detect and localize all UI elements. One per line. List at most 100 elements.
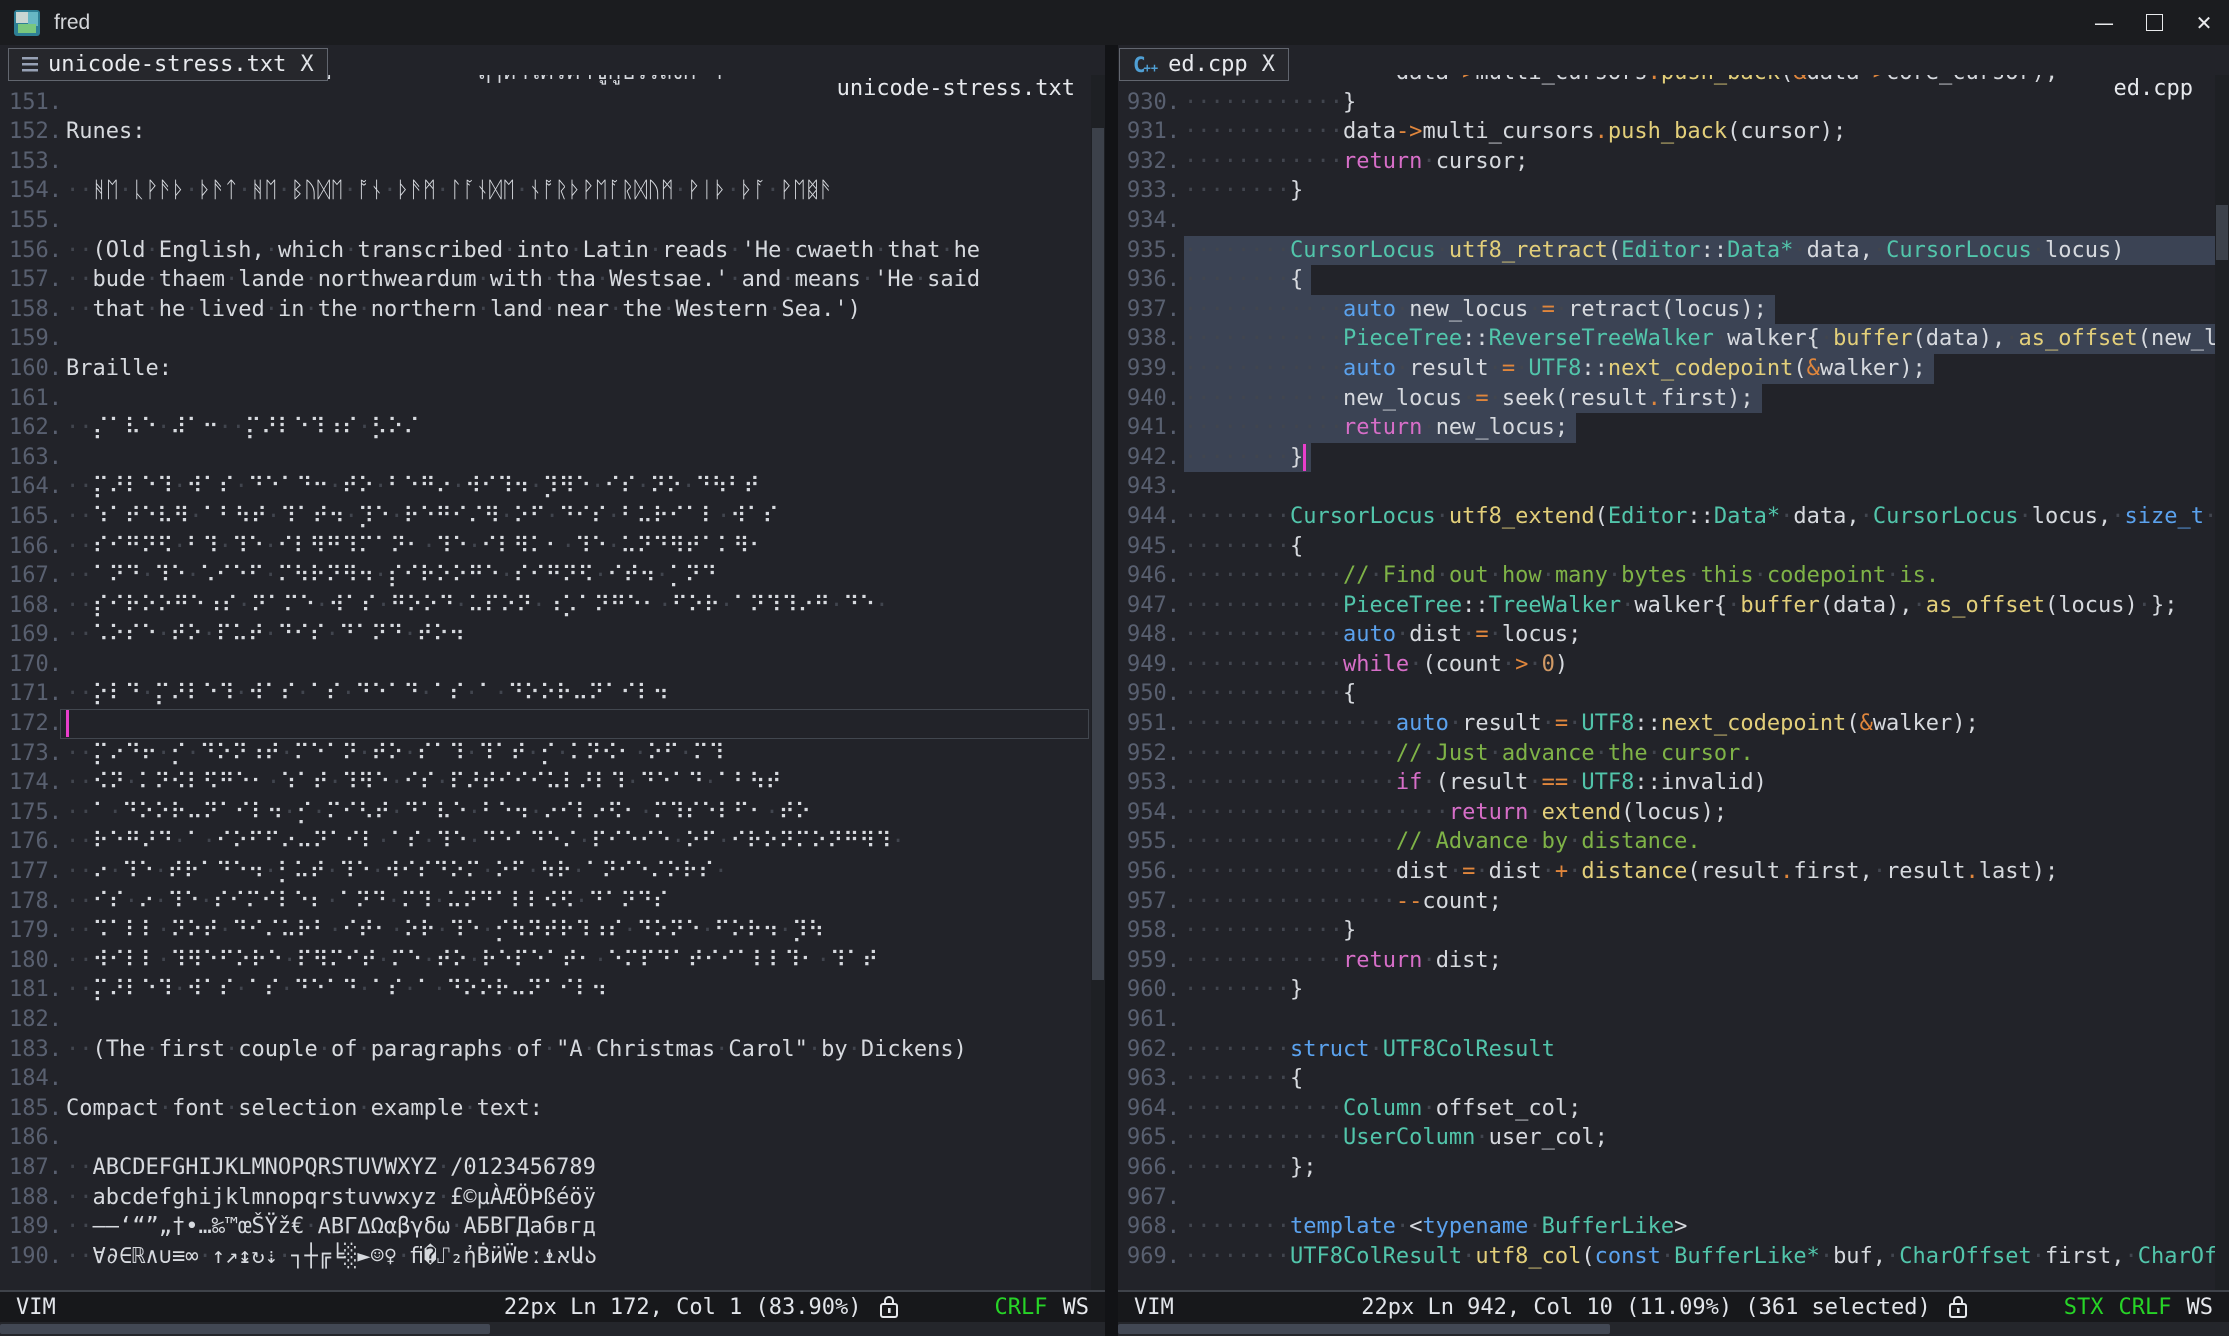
code-line[interactable]: 189.··–—‘“”„†•…‰™œŠŸž€·ΑΒΓΔΩαβγδω·АБВГДа… bbox=[0, 1212, 1105, 1242]
code-line[interactable]: 186. bbox=[0, 1123, 1105, 1153]
code-line[interactable]: 932.············return·cursor; bbox=[1118, 147, 2229, 177]
code-line[interactable]: 155. bbox=[0, 206, 1105, 236]
code-line[interactable]: 937.············auto·new_locus·=·retract… bbox=[1118, 295, 2229, 325]
code-line[interactable]: 955.················//·Advance·by·distan… bbox=[1118, 827, 2229, 857]
tab-close-icon[interactable]: X bbox=[300, 52, 313, 77]
code-line[interactable]: 165.··⠱⠁⠞⠑⠧⠻·⠁⠃⠳⠞·⠹⠁⠞⠲·⡹⠑·⠗⠑⠛⠊⠌⠻·⠕⠋·⠙⠊⠎·… bbox=[0, 502, 1105, 532]
code-line[interactable]: 187.··ABCDEFGHIJKLMNOPQRSTUVWXYZ·/012345… bbox=[0, 1153, 1105, 1183]
code-line[interactable]: 959.············return·dist; bbox=[1118, 946, 2229, 976]
code-line[interactable]: 956.················dist·=·dist·+·distan… bbox=[1118, 857, 2229, 887]
code-line[interactable]: 166.··⠎⠊⠛⠝⠫·⠃⠹·⠹⠑·⠊⠇⠻⠛⠹⠍⠁⠝⠂·⠹⠑·⠊⠇⠻⠅⠂·⠹⠑·… bbox=[0, 532, 1105, 562]
code-line[interactable]: 156.··(Old·English,·which·transcribed·in… bbox=[0, 236, 1105, 266]
token: } bbox=[1343, 918, 1356, 943]
code-line[interactable]: 188.··abcdefghijklmnopqrstuvwxyz·£©µÀÆÖÞ… bbox=[0, 1183, 1105, 1213]
code-line[interactable]: 930.············} bbox=[1118, 88, 2229, 118]
code-line[interactable]: 153. bbox=[0, 147, 1105, 177]
maximize-button[interactable] bbox=[2129, 0, 2179, 45]
code-line[interactable]: 173.··⡍⠔⠙⠖·⡊·⠙⠕⠝⠰⠞·⠍⠑⠁⠝·⠞⠕·⠎⠁⠹·⠹⠁⠞·⡊·⠅⠝⠪… bbox=[0, 739, 1105, 769]
code-line[interactable]: 163. bbox=[0, 443, 1105, 473]
code-line[interactable]: 934. bbox=[1118, 206, 2229, 236]
minimize-button[interactable]: — bbox=[2079, 0, 2129, 45]
code-line[interactable]: 936.········{ bbox=[1118, 265, 2229, 295]
code-line[interactable]: 951.················auto·result·=·UTF8::… bbox=[1118, 709, 2229, 739]
code-line[interactable]: 174.··⠪⠝·⠅⠝⠪⠇⠫⠛⠑⠂·⠱⠁⠞·⠹⠻⠑·⠊⠎·⠏⠜⠞⠊⠊⠊⠥⠇⠜⠇⠹… bbox=[0, 768, 1105, 798]
code-line[interactable]: 154.··ᚻᛖ·ᚳᚹᚫᚦ·ᚦᚫᛏ·ᚻᛖ·ᛒᚢᛞᛖ·ᚩᚾ·ᚦᚫᛗ·ᛚᚪᚾᛞᛖ·ᚾ… bbox=[0, 176, 1105, 206]
whitespace-dots: · bbox=[1727, 593, 1740, 618]
code-line[interactable]: 158.··that·he·lived·in·the·northern·land… bbox=[0, 295, 1105, 325]
code-line[interactable]: 181.··⡍⠜⠇⠑⠹·⠺⠁⠎·⠁⠎·⠙⠑⠁⠙·⠁⠎·⠁·⠙⠕⠕⠗⠤⠝⠁⠊⠇⠲ bbox=[0, 975, 1105, 1005]
code-line[interactable]: 175.··⠁·⠙⠕⠕⠗⠤⠝⠁⠊⠇⠲·⡊·⠍⠊⠣⠞·⠙⠁⠧⠑·⠃⠑⠲·⠔⠊⠇⠔⠫… bbox=[0, 798, 1105, 828]
vertical-scrollbar-thumb[interactable] bbox=[2216, 205, 2228, 260]
tab-unicode-stress-txt[interactable]: unicode-stress.txt X bbox=[8, 48, 328, 81]
code-line[interactable]: 938.············PieceTree::ReverseTreeWa… bbox=[1118, 324, 2229, 354]
code-line[interactable]: 961. bbox=[1118, 1005, 2229, 1035]
code-line[interactable]: 960.········} bbox=[1118, 975, 2229, 1005]
code-line[interactable]: 931.············data->multi_cursors.push… bbox=[1118, 117, 2229, 147]
code-line[interactable]: 943. bbox=[1118, 472, 2229, 502]
code-line[interactable]: 945.········{ bbox=[1118, 532, 2229, 562]
horizontal-scrollbar-thumb[interactable] bbox=[1118, 1324, 1610, 1334]
code-line[interactable]: 942.········} bbox=[1118, 443, 2229, 473]
horizontal-scrollbar[interactable] bbox=[1118, 1322, 2229, 1336]
code-line[interactable]: 180.··⠺⠊⠇⠇·⠹⠻⠑⠋⠕⠗⠑·⠏⠻⠍⠊⠞·⠍⠑·⠞⠕·⠗⠑⠏⠑⠁⠞⠂·⠑… bbox=[0, 946, 1105, 976]
code-line[interactable]: 967. bbox=[1118, 1183, 2229, 1213]
code-line[interactable]: 965.············UserColumn·user_col; bbox=[1118, 1123, 2229, 1153]
code-line[interactable]: 179.··⠩⠁⠇⠇·⠝⠕⠞·⠙⠊⠌⠥⠗⠃·⠊⠞⠂·⠕⠗·⠹⠑·⡊⠳⠝⠞⠗⠹⠰⠎… bbox=[0, 916, 1105, 946]
code-line[interactable]: 969.········UTF8ColResult·utf8_col(const… bbox=[1118, 1242, 2229, 1272]
code-line[interactable]: 160.Braille: bbox=[0, 354, 1105, 384]
vertical-scrollbar[interactable] bbox=[2215, 45, 2229, 1292]
code-line[interactable]: 161. bbox=[0, 384, 1105, 414]
code-line[interactable]: 168.··⡎⠊⠗⠕⠕⠛⠑⠰⠎·⠝⠁⠍⠑·⠺⠁⠎·⠛⠕⠕⠙·⠥⠏⠕⠝·⠰⡡⠁⠝⠛… bbox=[0, 591, 1105, 621]
code-line[interactable]: 941.············return·new_locus; bbox=[1118, 413, 2229, 443]
tab-close-icon[interactable]: X bbox=[1262, 52, 1275, 77]
line-number: 159. bbox=[9, 324, 62, 354]
code-line[interactable]: 948.············auto·dist·=·locus; bbox=[1118, 620, 2229, 650]
code-line[interactable]: 953.················if·(result·==·UTF8::… bbox=[1118, 768, 2229, 798]
horizontal-scrollbar[interactable] bbox=[0, 1322, 1105, 1336]
code-line[interactable]: 184. bbox=[0, 1064, 1105, 1094]
code-line[interactable]: 178.··⠊⠎·⠔·⠹⠑·⠎⠊⠍⠊⠇⠑⠆·⠁⠝⠙·⠍⠹·⠥⠝⠙⠁⠇⠇⠪⠫·⠙⠁… bbox=[0, 887, 1105, 917]
code-line[interactable]: 968.········template·<typename·BufferLik… bbox=[1118, 1212, 2229, 1242]
code-line[interactable]: 170. bbox=[0, 650, 1105, 680]
code-line[interactable]: 162.··⡌⠁⠧⠑·⠼⠁⠒··⡍⠜⠇⠑⠹⠰⠎·⡣⠕⠌ bbox=[0, 413, 1105, 443]
code-line[interactable]: 176.··⠗⠑⠛⠜⠙·⠁·⠊⠕⠋⠋⠔⠤⠝⠁⠊⠇·⠁⠎·⠹⠑·⠙⠑⠁⠙⠑⠌·⠏⠊… bbox=[0, 827, 1105, 857]
code-line[interactable]: 159. bbox=[0, 324, 1105, 354]
code-line[interactable]: 164.··⡍⠜⠇⠑⠹·⠺⠁⠎·⠙⠑⠁⠙⠒·⠞⠕·⠃⠑⠛⠔·⠺⠊⠹⠲·⡹⠻⠑·⠊… bbox=[0, 472, 1105, 502]
horizontal-scrollbar-thumb[interactable] bbox=[0, 1324, 490, 1334]
code-line[interactable]: 169.··⠡⠕⠎⠑·⠞⠕·⠏⠥⠞·⠙⠊⠎·⠙⠁⠝⠙·⠞⠕⠲ bbox=[0, 620, 1105, 650]
code-line[interactable]: 940.············new_locus·=·seek(result.… bbox=[1118, 384, 2229, 414]
code-line[interactable]: 966.········}; bbox=[1118, 1153, 2229, 1183]
code-line[interactable]: 958.············} bbox=[1118, 916, 2229, 946]
code-line[interactable]: 157.··bude·thaem·lande·northweardum·with… bbox=[0, 265, 1105, 295]
token: selection bbox=[238, 1096, 357, 1121]
code-line[interactable]: 190.··∀∂∈ℝ∧∪≡∞·↑↗↨↻⇣·┐┼╔╘░►☺♀·ﬁ�⑀₂ἠḂӥẄɐː… bbox=[0, 1242, 1105, 1272]
code-line[interactable]: 182. bbox=[0, 1005, 1105, 1035]
code-line[interactable]: 952.················//·Just·advance·the·… bbox=[1118, 739, 2229, 769]
code-line[interactable]: 183.··(The·first·couple·of·paragraphs·of… bbox=[0, 1035, 1105, 1065]
token: ﬁ�⑀₂ἠḂӥẄɐː⍎אԱა bbox=[410, 1244, 597, 1269]
code-line[interactable]: 939.············auto·result·=·UTF8::next… bbox=[1118, 354, 2229, 384]
code-line[interactable]: 944.········CursorLocus·utf8_extend(Edit… bbox=[1118, 502, 2229, 532]
code-line[interactable]: 935.········CursorLocus·utf8_retract(Edi… bbox=[1118, 236, 2229, 266]
code-line[interactable]: 964.············Column·offset_col; bbox=[1118, 1094, 2229, 1124]
tab-ed-cpp[interactable]: C++ ed.cpp X bbox=[1119, 48, 1289, 81]
whitespace-dots: · bbox=[455, 593, 468, 618]
code-line[interactable]: 172. bbox=[0, 709, 1105, 739]
code-line[interactable]: 171.··⡕⠇⠙·⡍⠜⠇⠑⠹·⠺⠁⠎·⠁⠎·⠙⠑⠁⠙·⠁⠎·⠁·⠙⠕⠕⠗⠤⠝⠁… bbox=[0, 679, 1105, 709]
code-line[interactable]: 177.··⠔·⠹⠑·⠞⠗⠁⠙⠑⠲·⡃⠥⠞·⠹⠑·⠺⠊⠎⠙⠕⠍·⠕⠋·⠳⠗·⠁⠝… bbox=[0, 857, 1105, 887]
code-line[interactable]: 167.··⠁⠝⠙·⠹⠑·⠡⠊⠑⠋·⠍⠳⠗⠝⠻⠲·⡎⠊⠗⠕⠕⠛⠑·⠎⠊⠛⠝⠫·⠊… bbox=[0, 561, 1105, 591]
code-line[interactable]: 185.Compact·font·selection·example·text: bbox=[0, 1094, 1105, 1124]
close-button[interactable]: ✕ bbox=[2179, 0, 2229, 45]
code-line[interactable]: 962.········struct·UTF8ColResult bbox=[1118, 1035, 2229, 1065]
vertical-scrollbar-thumb[interactable] bbox=[1092, 128, 1104, 980]
code-line[interactable]: 957.················--count; bbox=[1118, 887, 2229, 917]
code-line[interactable]: 950.············{ bbox=[1118, 679, 2229, 709]
code-line[interactable]: 933.········} bbox=[1118, 176, 2229, 206]
code-line[interactable]: 949.············while·(count·>·0) bbox=[1118, 650, 2229, 680]
code-line[interactable]: 946.············//·Find·out·how·many·byt… bbox=[1118, 561, 2229, 591]
code-line[interactable]: 954.····················return·extend(lo… bbox=[1118, 798, 2229, 828]
code-line[interactable]: 963.········{ bbox=[1118, 1064, 2229, 1094]
vertical-scrollbar[interactable] bbox=[1091, 45, 1105, 1292]
code-line[interactable]: 152.Runes: bbox=[0, 117, 1105, 147]
code-line[interactable]: 947.············PieceTree::TreeWalker·wa… bbox=[1118, 591, 2229, 621]
